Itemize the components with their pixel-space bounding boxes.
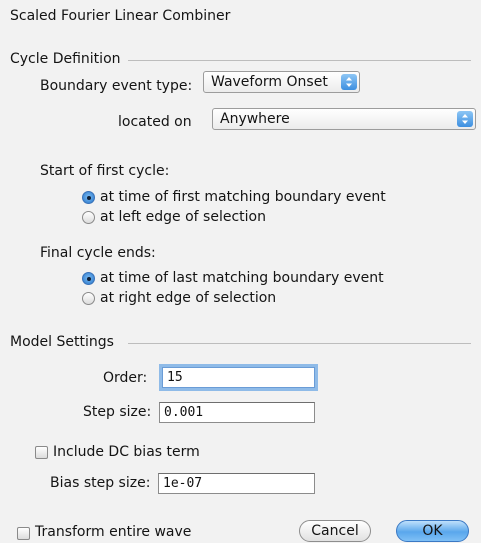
model-settings-divider (128, 343, 471, 344)
located-on-label: located on (118, 114, 192, 130)
bias-step-size-input[interactable] (158, 473, 315, 494)
bias-step-size-label: Bias step size: (50, 475, 151, 491)
located-on-popup[interactable]: Anywhere (212, 108, 476, 130)
radio-last-boundary-event-label[interactable]: at time of last matching boundary event (100, 270, 384, 286)
radio-left-edge[interactable] (82, 211, 95, 224)
order-input[interactable] (162, 367, 315, 388)
located-on-value: Anywhere (220, 111, 290, 127)
include-dc-bias-checkbox[interactable] (35, 446, 48, 459)
include-dc-bias-label[interactable]: Include DC bias term (53, 444, 200, 460)
final-cycle-ends-label: Final cycle ends: (40, 245, 156, 261)
transform-entire-wave-label[interactable]: Transform entire wave (35, 524, 191, 540)
boundary-event-type-popup[interactable]: Waveform Onset (203, 71, 360, 93)
ok-button[interactable]: OK (396, 520, 469, 542)
popup-arrows-icon (341, 74, 357, 90)
popup-arrows-icon (457, 111, 473, 127)
start-first-cycle-label: Start of first cycle: (40, 163, 170, 179)
step-size-input[interactable] (159, 402, 315, 423)
model-settings-heading: Model Settings (10, 334, 114, 350)
radio-right-edge[interactable] (82, 292, 95, 305)
radio-right-edge-label[interactable]: at right edge of selection (100, 290, 276, 306)
cycle-definition-heading: Cycle Definition (10, 51, 121, 67)
dialog-title: Scaled Fourier Linear Combiner (10, 8, 231, 24)
radio-left-edge-label[interactable]: at left edge of selection (100, 209, 266, 225)
radio-last-boundary-event[interactable] (82, 272, 95, 285)
step-size-label: Step size: (83, 404, 152, 420)
boundary-event-type-value: Waveform Onset (211, 74, 328, 90)
scaled-fourier-dialog: Scaled Fourier Linear Combiner Cycle Def… (0, 0, 481, 543)
order-label: Order: (103, 370, 148, 386)
cancel-button[interactable]: Cancel (299, 520, 371, 542)
cycle-definition-divider (128, 60, 471, 61)
radio-first-boundary-event-label[interactable]: at time of first matching boundary event (100, 189, 386, 205)
boundary-event-type-label: Boundary event type: (40, 78, 193, 94)
radio-first-boundary-event[interactable] (82, 191, 95, 204)
transform-entire-wave-checkbox[interactable] (17, 527, 30, 540)
